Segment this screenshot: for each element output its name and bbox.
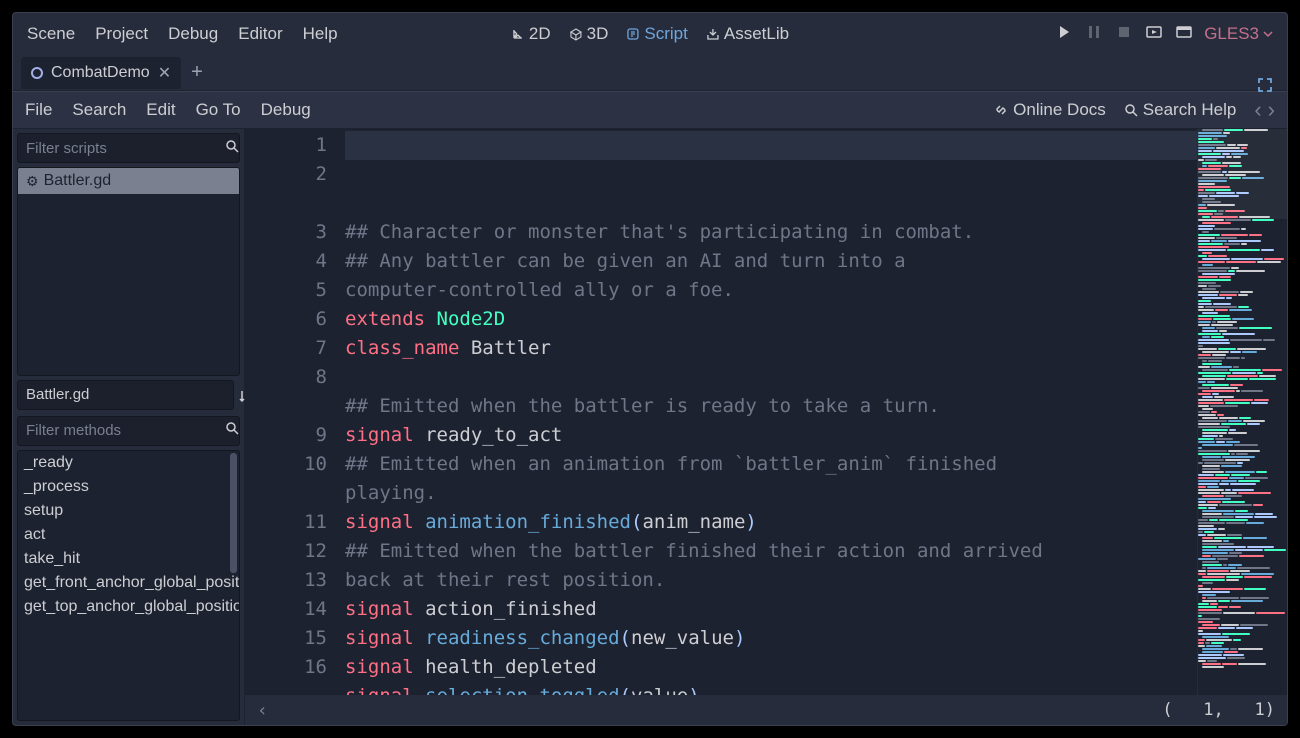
stop-button[interactable] [1116, 24, 1132, 45]
script-menu-file[interactable]: File [25, 100, 52, 120]
workspace-script[interactable]: Script [626, 24, 687, 44]
workspace-3d[interactable]: 3D [569, 24, 609, 44]
minimap-viewport[interactable] [1198, 129, 1287, 219]
go-back-button[interactable]: ‹ [1254, 97, 1261, 123]
script-item-label: Battler.gd [44, 172, 112, 190]
method-item[interactable]: act [18, 523, 239, 547]
gear-icon: ⚙ [26, 173, 39, 190]
gutter: 12345678910111213141516 [245, 129, 345, 695]
script-menu-edit[interactable]: Edit [146, 100, 175, 120]
script-menu-search[interactable]: Search [72, 100, 126, 120]
scene-tab-label: CombatDemo [51, 64, 150, 82]
play-scene-button[interactable] [1146, 24, 1162, 45]
cursor-position: ( 1, 1) [1162, 700, 1275, 720]
menu-debug[interactable]: Debug [168, 24, 218, 44]
current-script-input[interactable] [26, 386, 225, 403]
method-item[interactable]: get_front_anchor_global_position [18, 571, 239, 595]
method-item[interactable]: _process [18, 475, 239, 499]
nav-backward-icon[interactable]: ‹ [257, 700, 268, 721]
menu-scene[interactable]: Scene [27, 24, 75, 44]
script-toolbar: File Search Edit Go To Debug Online Docs Sea… [13, 91, 1287, 129]
workspace-tabs: 2D 3D Script AssetLib [511, 24, 789, 44]
filter-scripts-row [17, 133, 240, 163]
search-icon [225, 421, 239, 440]
search-help-link[interactable]: Search Help [1124, 100, 1237, 120]
method-list[interactable]: _ready_processsetupacttake_hitget_front_… [17, 450, 240, 721]
menubar: Scene Project Debug Editor Help 2D 3D Script As… [13, 13, 1287, 55]
distraction-free-icon[interactable] [1257, 77, 1273, 98]
script-side-panel: ⚙ Battler.gd _ready_processs [13, 129, 245, 725]
method-item[interactable]: setup [18, 499, 239, 523]
renderer-select[interactable]: GLES3 [1204, 24, 1273, 44]
method-item[interactable]: get_top_anchor_global_position [18, 595, 239, 619]
scene-tabs: CombatDemo ✕ + [13, 55, 1287, 91]
search-icon [225, 139, 239, 158]
filter-methods-input[interactable] [26, 422, 225, 439]
add-scene-button[interactable]: + [185, 61, 209, 84]
script-menu-go-to[interactable]: Go To [196, 100, 241, 120]
statusbar: ‹ ( 1, 1) [245, 695, 1287, 725]
pause-button[interactable] [1086, 24, 1102, 45]
menu-editor[interactable]: Editor [238, 24, 282, 44]
filter-scripts-input[interactable] [26, 140, 225, 157]
current-script-row [17, 380, 234, 410]
menu-help[interactable]: Help [303, 24, 338, 44]
scene-tab[interactable]: CombatDemo ✕ [21, 57, 181, 89]
workspace-2d[interactable]: 2D [511, 24, 551, 44]
script-menu-debug[interactable]: Debug [261, 100, 311, 120]
code-editor[interactable]: 12345678910111213141516 ## Character or … [245, 129, 1287, 695]
script-list[interactable]: ⚙ Battler.gd [17, 167, 240, 376]
minimap[interactable] [1197, 129, 1287, 695]
play-custom-scene-button[interactable] [1176, 24, 1192, 45]
script-list-item[interactable]: ⚙ Battler.gd [18, 168, 239, 194]
filter-methods-row [17, 416, 240, 446]
play-button[interactable] [1056, 24, 1072, 45]
close-icon[interactable]: ✕ [158, 63, 171, 83]
workspace-assetlib[interactable]: AssetLib [706, 24, 789, 44]
scene-icon [31, 67, 43, 79]
scrollbar[interactable] [230, 453, 237, 573]
method-item[interactable]: _ready [18, 451, 239, 475]
go-forward-button[interactable]: › [1268, 97, 1275, 123]
method-item[interactable]: take_hit [18, 547, 239, 571]
current-line-highlight [345, 131, 1197, 160]
online-docs-link[interactable]: Online Docs [994, 100, 1106, 120]
menu-project[interactable]: Project [95, 24, 148, 44]
